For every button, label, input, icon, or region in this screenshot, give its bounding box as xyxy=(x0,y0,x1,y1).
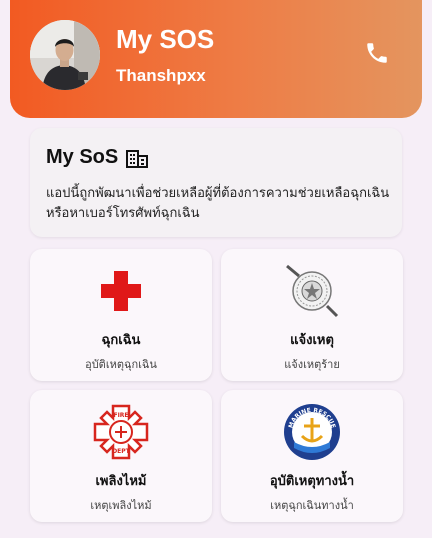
fire-logo-top-text: FIRE xyxy=(113,412,128,419)
tile-report[interactable]: แจ้งเหตุ แจ้งเหตุร้าย xyxy=(221,249,403,381)
tile-subtitle: แจ้งเหตุร้าย xyxy=(284,358,340,371)
user-photo xyxy=(30,20,100,90)
info-title: My SoS xyxy=(46,146,149,169)
tile-title: ฉุกเฉิน xyxy=(101,333,141,348)
avatar[interactable] xyxy=(30,20,100,90)
phone-icon xyxy=(367,43,387,63)
fire-logo-bottom-text: DEPT xyxy=(112,448,130,455)
police-badge-icon xyxy=(282,261,342,321)
app-title: My SOS xyxy=(116,24,215,54)
call-button[interactable] xyxy=(362,38,392,68)
info-card: My SoS แอปนี้ถูกพัฒนาเพื่อช่วยเหลือผู้ที… xyxy=(30,128,402,237)
username: Thanshpxx xyxy=(116,66,206,85)
marine-rescue-icon: MARINE RESCUE xyxy=(282,402,342,462)
tile-subtitle: เหตุเพลิงไหม้ xyxy=(90,499,152,512)
tile-title: อุบัติเหตุทางน้ำ xyxy=(269,474,355,489)
tile-subtitle: อุบัติเหตุฉุกเฉิน xyxy=(85,358,157,371)
building-icon xyxy=(126,148,149,168)
info-description: แอปนี้ถูกพัฒนาเพื่อช่วยเหลือผู้ที่ต้องกา… xyxy=(46,186,390,221)
red-cross-icon xyxy=(91,261,151,321)
app-header: My SOS Thanshpxx xyxy=(10,0,422,118)
tile-fire[interactable]: FIRE DEPT เพลิงไหม้ เหตุเพลิงไหม้ xyxy=(30,390,212,522)
tile-subtitle: เหตุฉุกเฉินทางน้ำ xyxy=(270,499,354,512)
tile-emergency[interactable]: ฉุกเฉิน อุบัติเหตุฉุกเฉิน xyxy=(30,249,212,381)
tile-marine[interactable]: MARINE RESCUE อุบัติเหตุทางน้ำ เหตุฉุกเฉ… xyxy=(221,390,403,522)
tile-title: แจ้งเหตุ xyxy=(290,333,334,348)
fire-department-icon: FIRE DEPT xyxy=(91,402,151,462)
tile-title: เพลิงไหม้ xyxy=(95,474,147,489)
info-title-text: My SoS xyxy=(46,146,119,168)
